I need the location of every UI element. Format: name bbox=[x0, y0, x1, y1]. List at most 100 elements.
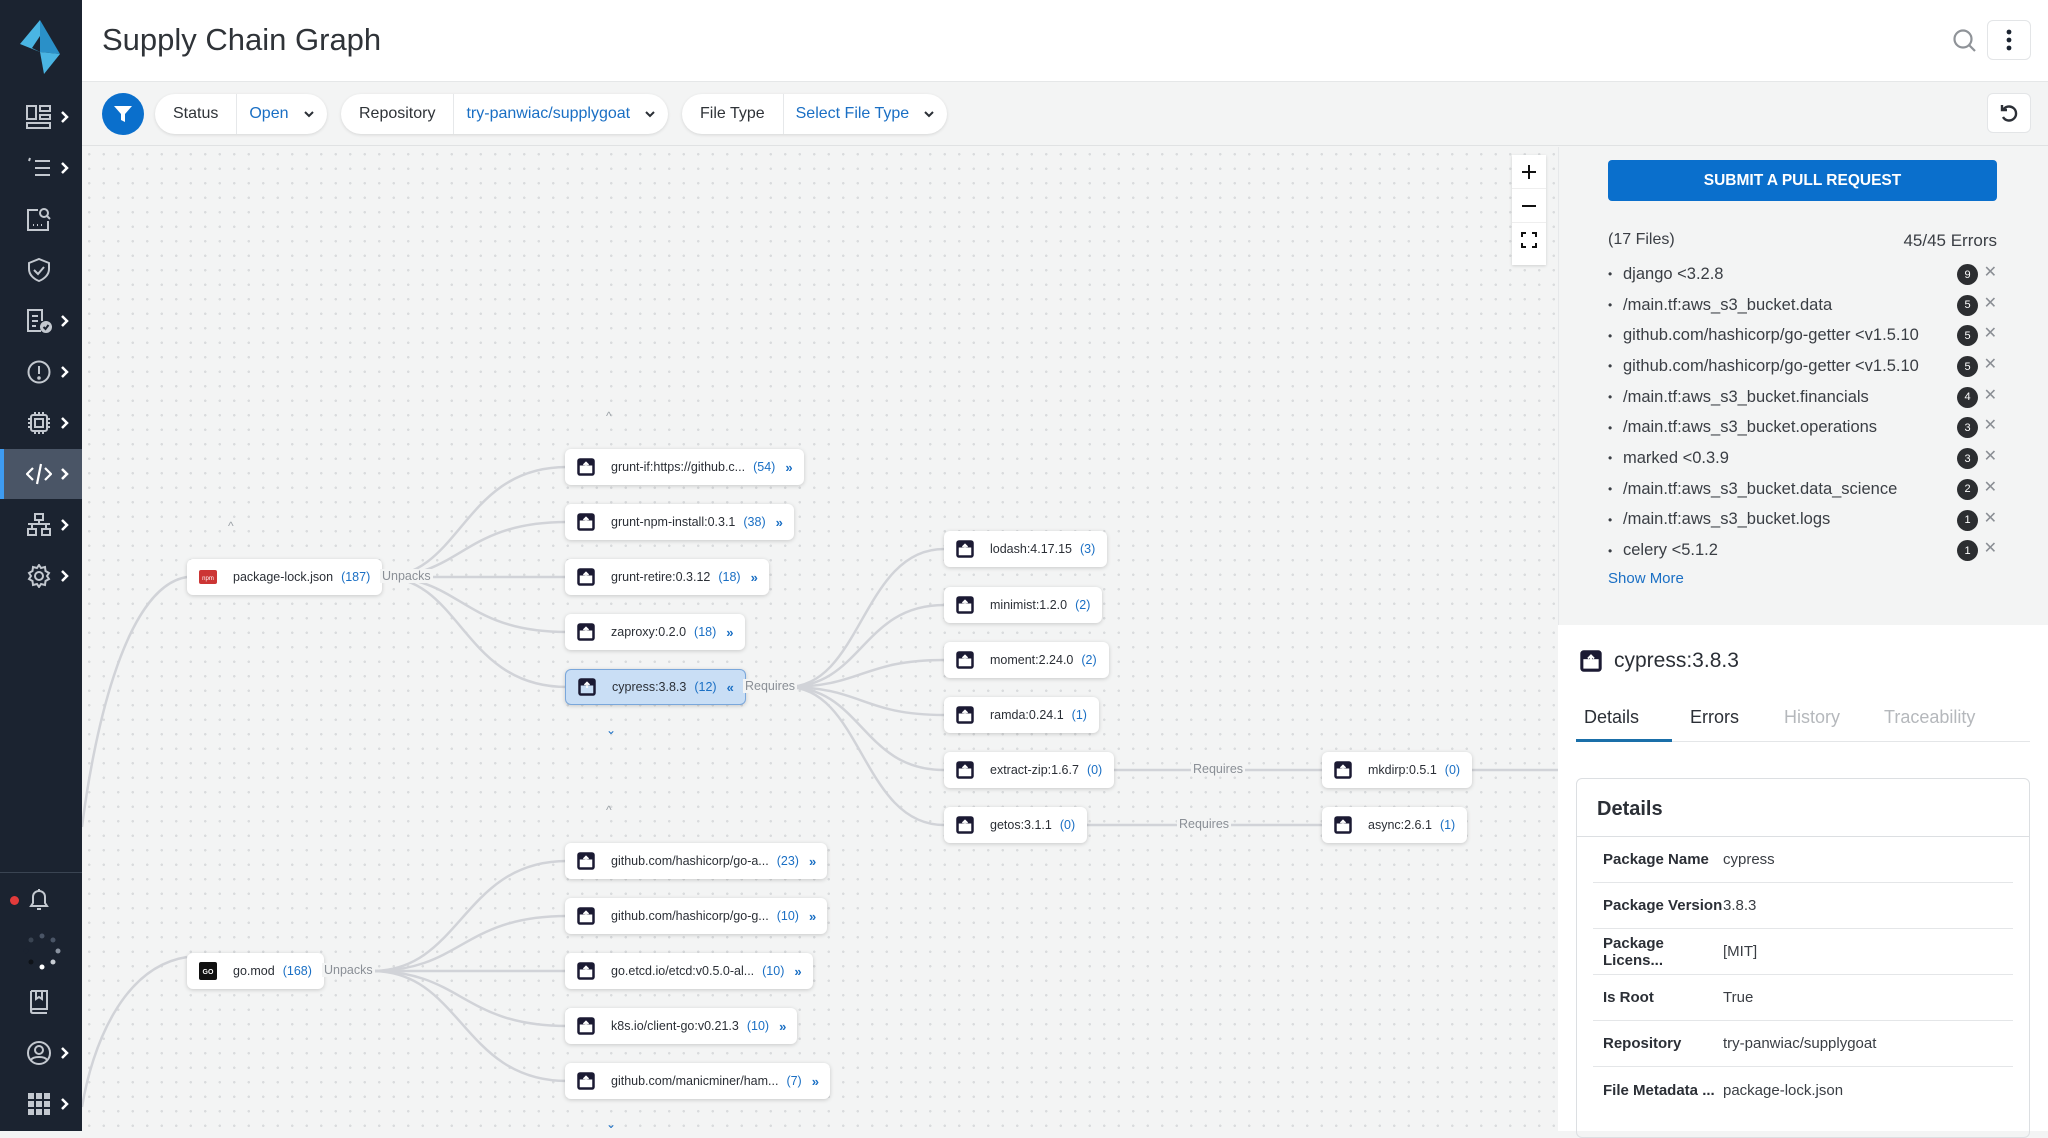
sidebar-item-compliance[interactable] bbox=[0, 296, 82, 346]
remove-icon[interactable]: ✕ bbox=[1984, 354, 1997, 374]
show-more-link[interactable]: Show More bbox=[1608, 570, 1684, 587]
sidebar-item-policies[interactable] bbox=[0, 245, 82, 295]
edge-cy-1 bbox=[786, 547, 945, 689]
graph-node[interactable]: zaproxy:0.2.0 (18) » bbox=[565, 614, 745, 650]
repository-filter[interactable]: Repository try-panwiac/supplygoat bbox=[341, 94, 669, 134]
graph-node-selected[interactable]: cypress:3.8.3 (12) « bbox=[565, 669, 746, 705]
remove-icon[interactable]: ✕ bbox=[1984, 262, 1997, 282]
node-label: ramda:0.24.1 bbox=[990, 708, 1064, 722]
sidebar-item-code-security[interactable] bbox=[0, 449, 82, 499]
remove-icon[interactable]: ✕ bbox=[1984, 293, 1997, 313]
search-icon[interactable] bbox=[1950, 26, 1980, 56]
edge-label-unpacks: Unpacks bbox=[322, 963, 375, 977]
remove-icon[interactable]: ✕ bbox=[1984, 508, 1997, 528]
graph-node[interactable]: github.com/hashicorp/go-a... (23) » bbox=[565, 843, 828, 879]
graph-node-package-lock[interactable]: npm package-lock.json (187) bbox=[187, 559, 383, 595]
detail-row: Repository try-panwiac/supplygoat bbox=[1593, 1021, 2013, 1067]
sidebar-item-dashboards[interactable] bbox=[0, 92, 82, 142]
graph-node[interactable]: mkdirp:0.5.1 (0) bbox=[1322, 752, 1473, 788]
zoom-out-button[interactable] bbox=[1512, 189, 1546, 223]
remove-icon[interactable]: ✕ bbox=[1984, 415, 1997, 435]
graph-node[interactable]: moment:2.24.0 (2) bbox=[944, 642, 1109, 678]
expand-icon[interactable]: » bbox=[809, 909, 816, 924]
node-count: (12) bbox=[694, 680, 717, 694]
chevron-right-icon bbox=[61, 417, 69, 429]
svg-text:GO: GO bbox=[203, 969, 214, 976]
details-package-name: cypress:3.8.3 bbox=[1614, 649, 1739, 672]
tab-errors[interactable]: Errors bbox=[1690, 707, 1739, 742]
graph-node[interactable]: getos:3.1.1 (0) bbox=[944, 807, 1088, 843]
zoom-in-button[interactable] bbox=[1512, 155, 1546, 189]
scroll-up-caret[interactable]: ^ bbox=[606, 409, 612, 423]
expand-icon[interactable]: » bbox=[812, 1074, 819, 1089]
graph-node[interactable]: grunt-npm-install:0.3.1 (38) » bbox=[565, 504, 794, 540]
status-filter-dropdown[interactable]: Open bbox=[237, 105, 326, 123]
graph-node[interactable]: minimist:1.2.0 (2) bbox=[944, 587, 1103, 623]
remove-icon[interactable]: ✕ bbox=[1984, 385, 1997, 405]
app-logo[interactable] bbox=[18, 18, 64, 74]
graph-node[interactable]: lodash:4.17.15 (3) bbox=[944, 531, 1108, 567]
graph-canvas[interactable]: ^ ^ ⌄ ^ ⌄ npm package-lock.json (187) Un… bbox=[82, 147, 1558, 1131]
sidebar-item-activity[interactable] bbox=[0, 143, 82, 193]
fit-view-button[interactable] bbox=[1512, 223, 1546, 257]
scroll-down-caret[interactable]: ⌄ bbox=[606, 723, 616, 737]
graph-node[interactable]: github.com/hashicorp/go-g... (10) » bbox=[565, 898, 828, 934]
expand-icon[interactable]: » bbox=[809, 854, 816, 869]
detail-value: try-panwiac/supplygoat bbox=[1723, 1035, 1877, 1052]
package-icon bbox=[1334, 761, 1352, 779]
expand-icon[interactable]: » bbox=[794, 964, 801, 979]
status-filter[interactable]: Status Open bbox=[155, 94, 327, 134]
graph-node[interactable]: k8s.io/client-go:v0.21.3 (10) » bbox=[565, 1008, 798, 1044]
collapse-icon[interactable]: « bbox=[727, 680, 734, 695]
repository-filter-dropdown[interactable]: try-panwiac/supplygoat bbox=[454, 105, 668, 123]
reset-button[interactable] bbox=[1987, 93, 2031, 133]
graph-node[interactable]: grunt-if:https://github.c... (54) » bbox=[565, 449, 804, 485]
package-icon bbox=[956, 761, 974, 779]
package-icon bbox=[956, 651, 974, 669]
node-count: (2) bbox=[1081, 653, 1097, 667]
error-text: github.com/hashicorp/go-getter <v1.5.10 bbox=[1623, 326, 1919, 345]
more-options-button[interactable] bbox=[1987, 20, 2031, 60]
tab-history[interactable]: History bbox=[1784, 707, 1840, 742]
expand-icon[interactable]: » bbox=[779, 1019, 786, 1034]
remove-icon[interactable]: ✕ bbox=[1984, 477, 1997, 497]
sidebar-item-compute[interactable] bbox=[0, 398, 82, 448]
expand-icon[interactable]: » bbox=[726, 625, 733, 640]
tab-details[interactable]: Details bbox=[1576, 707, 1672, 742]
sidebar-item-apps[interactable] bbox=[0, 1079, 82, 1129]
sidebar-item-notifications[interactable] bbox=[0, 875, 82, 925]
detail-row: Package Name cypress bbox=[1593, 837, 2013, 883]
expand-icon[interactable]: » bbox=[776, 515, 783, 530]
sidebar-item-settings[interactable] bbox=[0, 551, 82, 601]
submit-pull-request-button[interactable]: SUBMIT A PULL REQUEST bbox=[1608, 160, 1997, 201]
expand-icon[interactable]: » bbox=[751, 570, 758, 585]
graph-node-go-mod[interactable]: GO go.mod (168) bbox=[187, 953, 324, 989]
scroll-up-caret-go[interactable]: ^ bbox=[606, 803, 612, 817]
sidebar-item-docs[interactable] bbox=[0, 977, 82, 1027]
remove-icon[interactable]: ✕ bbox=[1984, 538, 1997, 558]
file-type-filter[interactable]: File Type Select File Type bbox=[682, 94, 948, 134]
network-icon bbox=[27, 513, 51, 536]
sidebar-item-profile[interactable] bbox=[0, 1028, 82, 1078]
expand-icon[interactable]: » bbox=[785, 460, 792, 475]
graph-node[interactable]: go.etcd.io/etcd:v0.5.0-al... (10) » bbox=[565, 953, 813, 989]
sidebar-item-investigate[interactable] bbox=[0, 194, 82, 244]
remove-icon[interactable]: ✕ bbox=[1984, 446, 1997, 466]
graph-node[interactable]: ramda:0.24.1 (1) bbox=[944, 697, 1099, 733]
node-count: (0) bbox=[1444, 763, 1461, 777]
graph-node[interactable]: async:2.6.1 (1) bbox=[1322, 807, 1468, 843]
graph-node[interactable]: grunt-retire:0.3.12 (18) » bbox=[565, 559, 769, 595]
sidebar-item-network[interactable] bbox=[0, 500, 82, 550]
filter-button[interactable] bbox=[102, 93, 144, 135]
graph-node[interactable]: extract-zip:1.6.7 (0) bbox=[944, 752, 1115, 788]
details-panel: cypress:3.8.3 Details Errors History Tra… bbox=[1558, 625, 2048, 1138]
scroll-down-caret-go[interactable]: ⌄ bbox=[606, 1117, 616, 1131]
sidebar-item-alerts[interactable] bbox=[0, 347, 82, 397]
error-text: /main.tf:aws_s3_bucket.data bbox=[1623, 295, 1833, 314]
remove-icon[interactable]: ✕ bbox=[1984, 323, 1997, 343]
collapse-up-caret[interactable]: ^ bbox=[228, 519, 234, 533]
tab-traceability[interactable]: Traceability bbox=[1884, 707, 1975, 742]
file-type-filter-dropdown[interactable]: Select File Type bbox=[784, 105, 948, 123]
node-count: (18) bbox=[694, 625, 717, 639]
graph-node[interactable]: github.com/manicminer/ham... (7) » bbox=[565, 1063, 830, 1099]
